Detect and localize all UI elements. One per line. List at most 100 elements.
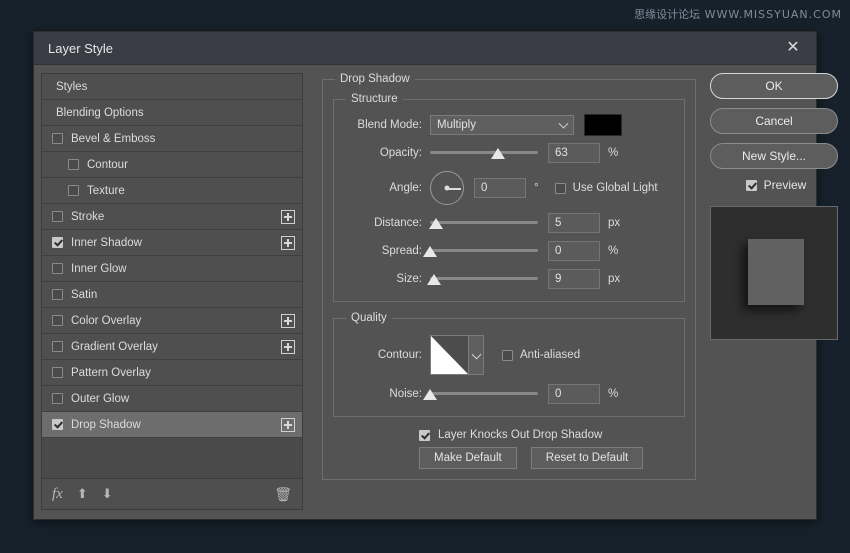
side-buttons-panel: OK Cancel New Style... Preview — [710, 73, 842, 340]
style-enable-checkbox[interactable] — [68, 159, 79, 170]
style-enable-checkbox[interactable] — [52, 211, 63, 222]
style-row-texture[interactable]: Texture — [42, 178, 302, 204]
style-enable-checkbox[interactable] — [52, 263, 63, 274]
size-slider-track — [430, 277, 538, 280]
dialog-titlebar: Layer Style ✕ — [34, 32, 816, 65]
watermark-url: WWW.MISSYUAN.COM — [705, 8, 842, 21]
contour-dropdown-arrow-icon[interactable] — [468, 336, 483, 374]
style-row-styles[interactable]: Styles — [42, 74, 302, 100]
distance-slider[interactable] — [430, 214, 538, 232]
structure-legend: Structure — [346, 93, 403, 105]
blend-mode-value: Multiply — [437, 119, 476, 131]
add-effect-plus-icon[interactable] — [281, 236, 295, 250]
distance-slider-track — [430, 221, 538, 224]
spread-row: Spread: 0 % — [344, 239, 674, 263]
distance-slider-thumb[interactable] — [429, 218, 443, 229]
anti-aliased-box[interactable] — [502, 350, 513, 361]
style-row-gradient-overlay[interactable]: Gradient Overlay — [42, 334, 302, 360]
style-row-label: Contour — [87, 159, 295, 171]
blend-mode-select[interactable]: Multiply — [430, 115, 574, 135]
dialog-title: Layer Style — [48, 41, 778, 56]
opacity-unit: % — [608, 147, 618, 159]
style-enable-checkbox[interactable] — [52, 367, 63, 378]
blend-mode-row: Blend Mode: Multiply — [344, 113, 674, 137]
style-row-satin[interactable]: Satin — [42, 282, 302, 308]
style-enable-checkbox[interactable] — [52, 133, 63, 144]
delete-effect-icon[interactable]: 🗑 — [274, 486, 292, 503]
move-down-icon[interactable]: ⬇ — [102, 486, 113, 502]
fx-icon[interactable]: fx — [52, 486, 63, 503]
distance-label: Distance: — [344, 217, 422, 229]
noise-slider-thumb[interactable] — [423, 389, 437, 400]
use-global-light-box[interactable] — [555, 183, 566, 194]
opacity-input[interactable]: 63 — [548, 143, 600, 163]
size-unit: px — [608, 273, 620, 285]
style-row-drop-shadow[interactable]: Drop Shadow — [42, 412, 302, 438]
add-effect-plus-icon[interactable] — [281, 210, 295, 224]
contour-label: Contour: — [344, 349, 422, 361]
styles-list[interactable]: StylesBlending Options Bevel & Emboss Cont… — [42, 74, 302, 479]
style-enable-checkbox[interactable] — [52, 237, 63, 248]
style-row-color-overlay[interactable]: Color Overlay — [42, 308, 302, 334]
preview-label: Preview — [764, 178, 807, 192]
style-enable-checkbox[interactable] — [52, 341, 63, 352]
spread-slider-thumb[interactable] — [423, 246, 437, 257]
preview-box[interactable] — [746, 180, 757, 191]
noise-slider[interactable] — [430, 385, 538, 403]
contour-curve-thumbnail — [431, 336, 468, 374]
preview-checkbox[interactable]: Preview — [710, 178, 842, 192]
distance-input[interactable]: 5 — [548, 213, 600, 233]
layer-knocks-out-checkbox[interactable]: Layer Knocks Out Drop Shadow — [419, 429, 685, 441]
angle-dial[interactable] — [430, 171, 464, 205]
opacity-slider-thumb[interactable] — [491, 148, 505, 159]
spread-input[interactable]: 0 — [548, 241, 600, 261]
spread-slider[interactable] — [430, 242, 538, 260]
noise-unit: % — [608, 388, 618, 400]
contour-preset-picker[interactable] — [430, 335, 484, 375]
styles-toolbar: fx ⬆ ⬇ 🗑 — [42, 479, 302, 509]
style-row-inner-glow[interactable]: Inner Glow — [42, 256, 302, 282]
drop-shadow-group: Drop Shadow Structure Blend Mode: Multip… — [322, 73, 696, 480]
style-row-stroke[interactable]: Stroke — [42, 204, 302, 230]
add-effect-plus-icon[interactable] — [281, 418, 295, 432]
size-label: Size: — [344, 273, 422, 285]
move-up-icon[interactable]: ⬆ — [77, 486, 88, 502]
use-global-light-checkbox[interactable]: Use Global Light — [555, 182, 658, 194]
add-effect-plus-icon[interactable] — [281, 314, 295, 328]
style-row-contour[interactable]: Contour — [42, 152, 302, 178]
style-row-outer-glow[interactable]: Outer Glow — [42, 386, 302, 412]
style-enable-checkbox[interactable] — [52, 419, 63, 430]
shadow-color-swatch[interactable] — [584, 114, 622, 136]
reset-to-default-button[interactable]: Reset to Default — [531, 447, 643, 469]
anti-aliased-checkbox[interactable]: Anti-aliased — [502, 349, 580, 361]
new-style-button[interactable]: New Style... — [710, 143, 838, 169]
contour-row: Contour: Anti-aliased — [344, 332, 674, 378]
style-row-inner-shadow[interactable]: Inner Shadow — [42, 230, 302, 256]
close-icon[interactable]: ✕ — [778, 35, 808, 61]
style-row-pattern-overlay[interactable]: Pattern Overlay — [42, 360, 302, 386]
angle-input[interactable]: 0 — [474, 178, 526, 198]
size-slider[interactable] — [430, 270, 538, 288]
style-row-bevel-emboss[interactable]: Bevel & Emboss — [42, 126, 302, 152]
style-enable-checkbox[interactable] — [68, 185, 79, 196]
add-effect-plus-icon[interactable] — [281, 340, 295, 354]
opacity-slider[interactable] — [430, 144, 538, 162]
anti-aliased-label: Anti-aliased — [520, 349, 580, 361]
style-enable-checkbox[interactable] — [52, 289, 63, 300]
style-row-blending-options[interactable]: Blending Options — [42, 100, 302, 126]
size-input[interactable]: 9 — [548, 269, 600, 289]
style-enable-checkbox[interactable] — [52, 315, 63, 326]
style-row-label: Texture — [87, 185, 295, 197]
make-default-button[interactable]: Make Default — [419, 447, 517, 469]
layer-knocks-out-label: Layer Knocks Out Drop Shadow — [438, 429, 602, 441]
spread-value: 0 — [555, 245, 561, 257]
layer-knocks-out-box[interactable] — [419, 430, 430, 441]
cancel-button[interactable]: Cancel — [710, 108, 838, 134]
style-enable-checkbox[interactable] — [52, 393, 63, 404]
spread-unit: % — [608, 245, 618, 257]
style-row-label: Bevel & Emboss — [71, 133, 295, 145]
size-slider-thumb[interactable] — [427, 274, 441, 285]
blend-mode-label: Blend Mode: — [344, 119, 422, 131]
noise-input[interactable]: 0 — [548, 384, 600, 404]
ok-button[interactable]: OK — [710, 73, 838, 99]
